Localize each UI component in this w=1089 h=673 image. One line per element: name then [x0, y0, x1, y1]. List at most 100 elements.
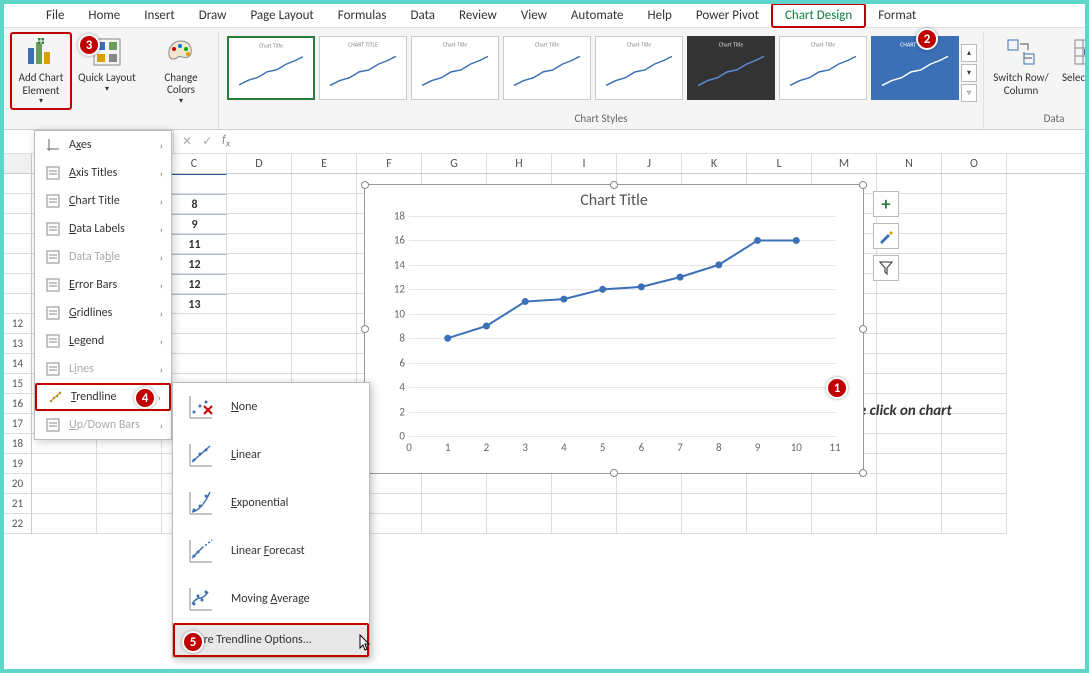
row-header-14[interactable]: 14: [4, 354, 32, 374]
cell-D12[interactable]: [227, 314, 292, 334]
row-header-6[interactable]: [4, 194, 32, 214]
row-header-17[interactable]: 17: [4, 414, 32, 434]
dropdown-item-error-bars[interactable]: Error Bars›: [35, 271, 171, 299]
trendline-moving-average[interactable]: Moving Average: [173, 575, 369, 623]
cell-O9[interactable]: [942, 254, 1007, 274]
cell-A20[interactable]: [32, 474, 97, 494]
cell-N15[interactable]: [877, 374, 942, 394]
cell-N18[interactable]: [877, 434, 942, 454]
cell-G22[interactable]: [422, 514, 487, 534]
cell-L21[interactable]: [747, 494, 812, 514]
cell-K22[interactable]: [682, 514, 747, 534]
row-header-11[interactable]: [4, 294, 32, 314]
cell-N13[interactable]: [877, 334, 942, 354]
chart-style-3[interactable]: Chart Title: [411, 36, 499, 100]
row-header-7[interactable]: [4, 214, 32, 234]
col-header-J[interactable]: J: [617, 154, 682, 173]
row-header-8[interactable]: [4, 234, 32, 254]
menu-insert[interactable]: Insert: [132, 5, 187, 26]
cell-O12[interactable]: [942, 314, 1007, 334]
col-header-M[interactable]: M: [812, 154, 877, 173]
trendline-none[interactable]: None: [173, 383, 369, 431]
cell-N12[interactable]: [877, 314, 942, 334]
cell-O14[interactable]: [942, 354, 1007, 374]
cell-H20[interactable]: [487, 474, 552, 494]
cell-M20[interactable]: [812, 474, 877, 494]
cell-G21[interactable]: [422, 494, 487, 514]
embedded-chart[interactable]: Chart Title 0246810121416180123456789101…: [364, 184, 864, 474]
cell-D6[interactable]: [227, 194, 292, 214]
chart-style-2[interactable]: CHART TITLE: [319, 36, 407, 100]
cell-A19[interactable]: [32, 454, 97, 474]
col-header-F[interactable]: F: [357, 154, 422, 173]
chart-style-8[interactable]: CHART TITLE: [871, 36, 959, 100]
cell-O10[interactable]: [942, 274, 1007, 294]
row-header-13[interactable]: 13: [4, 334, 32, 354]
cell-O7[interactable]: [942, 214, 1007, 234]
fx-icon[interactable]: fx: [222, 133, 230, 149]
menu-chart-design[interactable]: Chart Design: [771, 3, 866, 28]
row-header-9[interactable]: [4, 254, 32, 274]
row-header-15[interactable]: 15: [4, 374, 32, 394]
cell-O21[interactable]: [942, 494, 1007, 514]
cell-M21[interactable]: [812, 494, 877, 514]
cell-B19[interactable]: [97, 454, 162, 474]
trendline-linear-forecast[interactable]: Linear Forecast: [173, 527, 369, 575]
cell-O6[interactable]: [942, 194, 1007, 214]
row-header-19[interactable]: 19: [4, 454, 32, 474]
cell-H21[interactable]: [487, 494, 552, 514]
trendline-exponential[interactable]: Exponential: [173, 479, 369, 527]
cell-D7[interactable]: [227, 214, 292, 234]
cell-E6[interactable]: [292, 194, 357, 214]
chart-filters-button[interactable]: [873, 255, 899, 281]
cell-E12[interactable]: [292, 314, 357, 334]
cell-D10[interactable]: [227, 274, 292, 294]
cell-E7[interactable]: [292, 214, 357, 234]
cell-G20[interactable]: [422, 474, 487, 494]
dropdown-item-data-labels[interactable]: Data Labels›: [35, 215, 171, 243]
menu-data[interactable]: Data: [399, 5, 448, 26]
cell-O8[interactable]: [942, 234, 1007, 254]
cell-D13[interactable]: [227, 334, 292, 354]
row-header-18[interactable]: 18: [4, 434, 32, 454]
col-header-O[interactable]: O: [942, 154, 1007, 173]
select-data-button[interactable]: Select Data: [1056, 32, 1089, 110]
cell-E11[interactable]: [292, 294, 357, 314]
cell-B22[interactable]: [97, 514, 162, 534]
cell-A21[interactable]: [32, 494, 97, 514]
menu-format[interactable]: Format: [866, 5, 928, 26]
cell-E5[interactable]: [292, 174, 357, 194]
cell-H22[interactable]: [487, 514, 552, 534]
menu-formulas[interactable]: Formulas: [326, 5, 399, 26]
col-header-G[interactable]: G: [422, 154, 487, 173]
cell-O22[interactable]: [942, 514, 1007, 534]
chart-styles-scroll[interactable]: ▴▾▿: [961, 36, 977, 110]
cell-D11[interactable]: [227, 294, 292, 314]
chart-style-4[interactable]: Chart Title: [503, 36, 591, 100]
cell-A22[interactable]: [32, 514, 97, 534]
menu-automate[interactable]: Automate: [559, 5, 636, 26]
menu-view[interactable]: View: [509, 5, 559, 26]
cell-J22[interactable]: [617, 514, 682, 534]
col-header-D[interactable]: D: [227, 154, 292, 173]
menu-draw[interactable]: Draw: [187, 5, 239, 26]
cell-K20[interactable]: [682, 474, 747, 494]
menu-review[interactable]: Review: [447, 5, 509, 26]
dropdown-item-axis-titles[interactable]: Axis Titles›: [35, 159, 171, 187]
chart-plot-area[interactable]: 02468101214161801234567891011: [409, 216, 835, 436]
col-header-N[interactable]: N: [877, 154, 942, 173]
col-header-H[interactable]: H: [487, 154, 552, 173]
change-colors-button[interactable]: Change Colors ▾: [150, 32, 212, 110]
cell-N19[interactable]: [877, 454, 942, 474]
cell-N11[interactable]: [877, 294, 942, 314]
row-header-22[interactable]: 22: [4, 514, 32, 534]
cell-E9[interactable]: [292, 254, 357, 274]
cell-N22[interactable]: [877, 514, 942, 534]
cell-D9[interactable]: [227, 254, 292, 274]
cell-K21[interactable]: [682, 494, 747, 514]
cell-O18[interactable]: [942, 434, 1007, 454]
chart-style-5[interactable]: Chart Title: [595, 36, 683, 100]
row-header-12[interactable]: 12: [4, 314, 32, 334]
chart-style-6[interactable]: Chart Title: [687, 36, 775, 100]
cell-O15[interactable]: [942, 374, 1007, 394]
